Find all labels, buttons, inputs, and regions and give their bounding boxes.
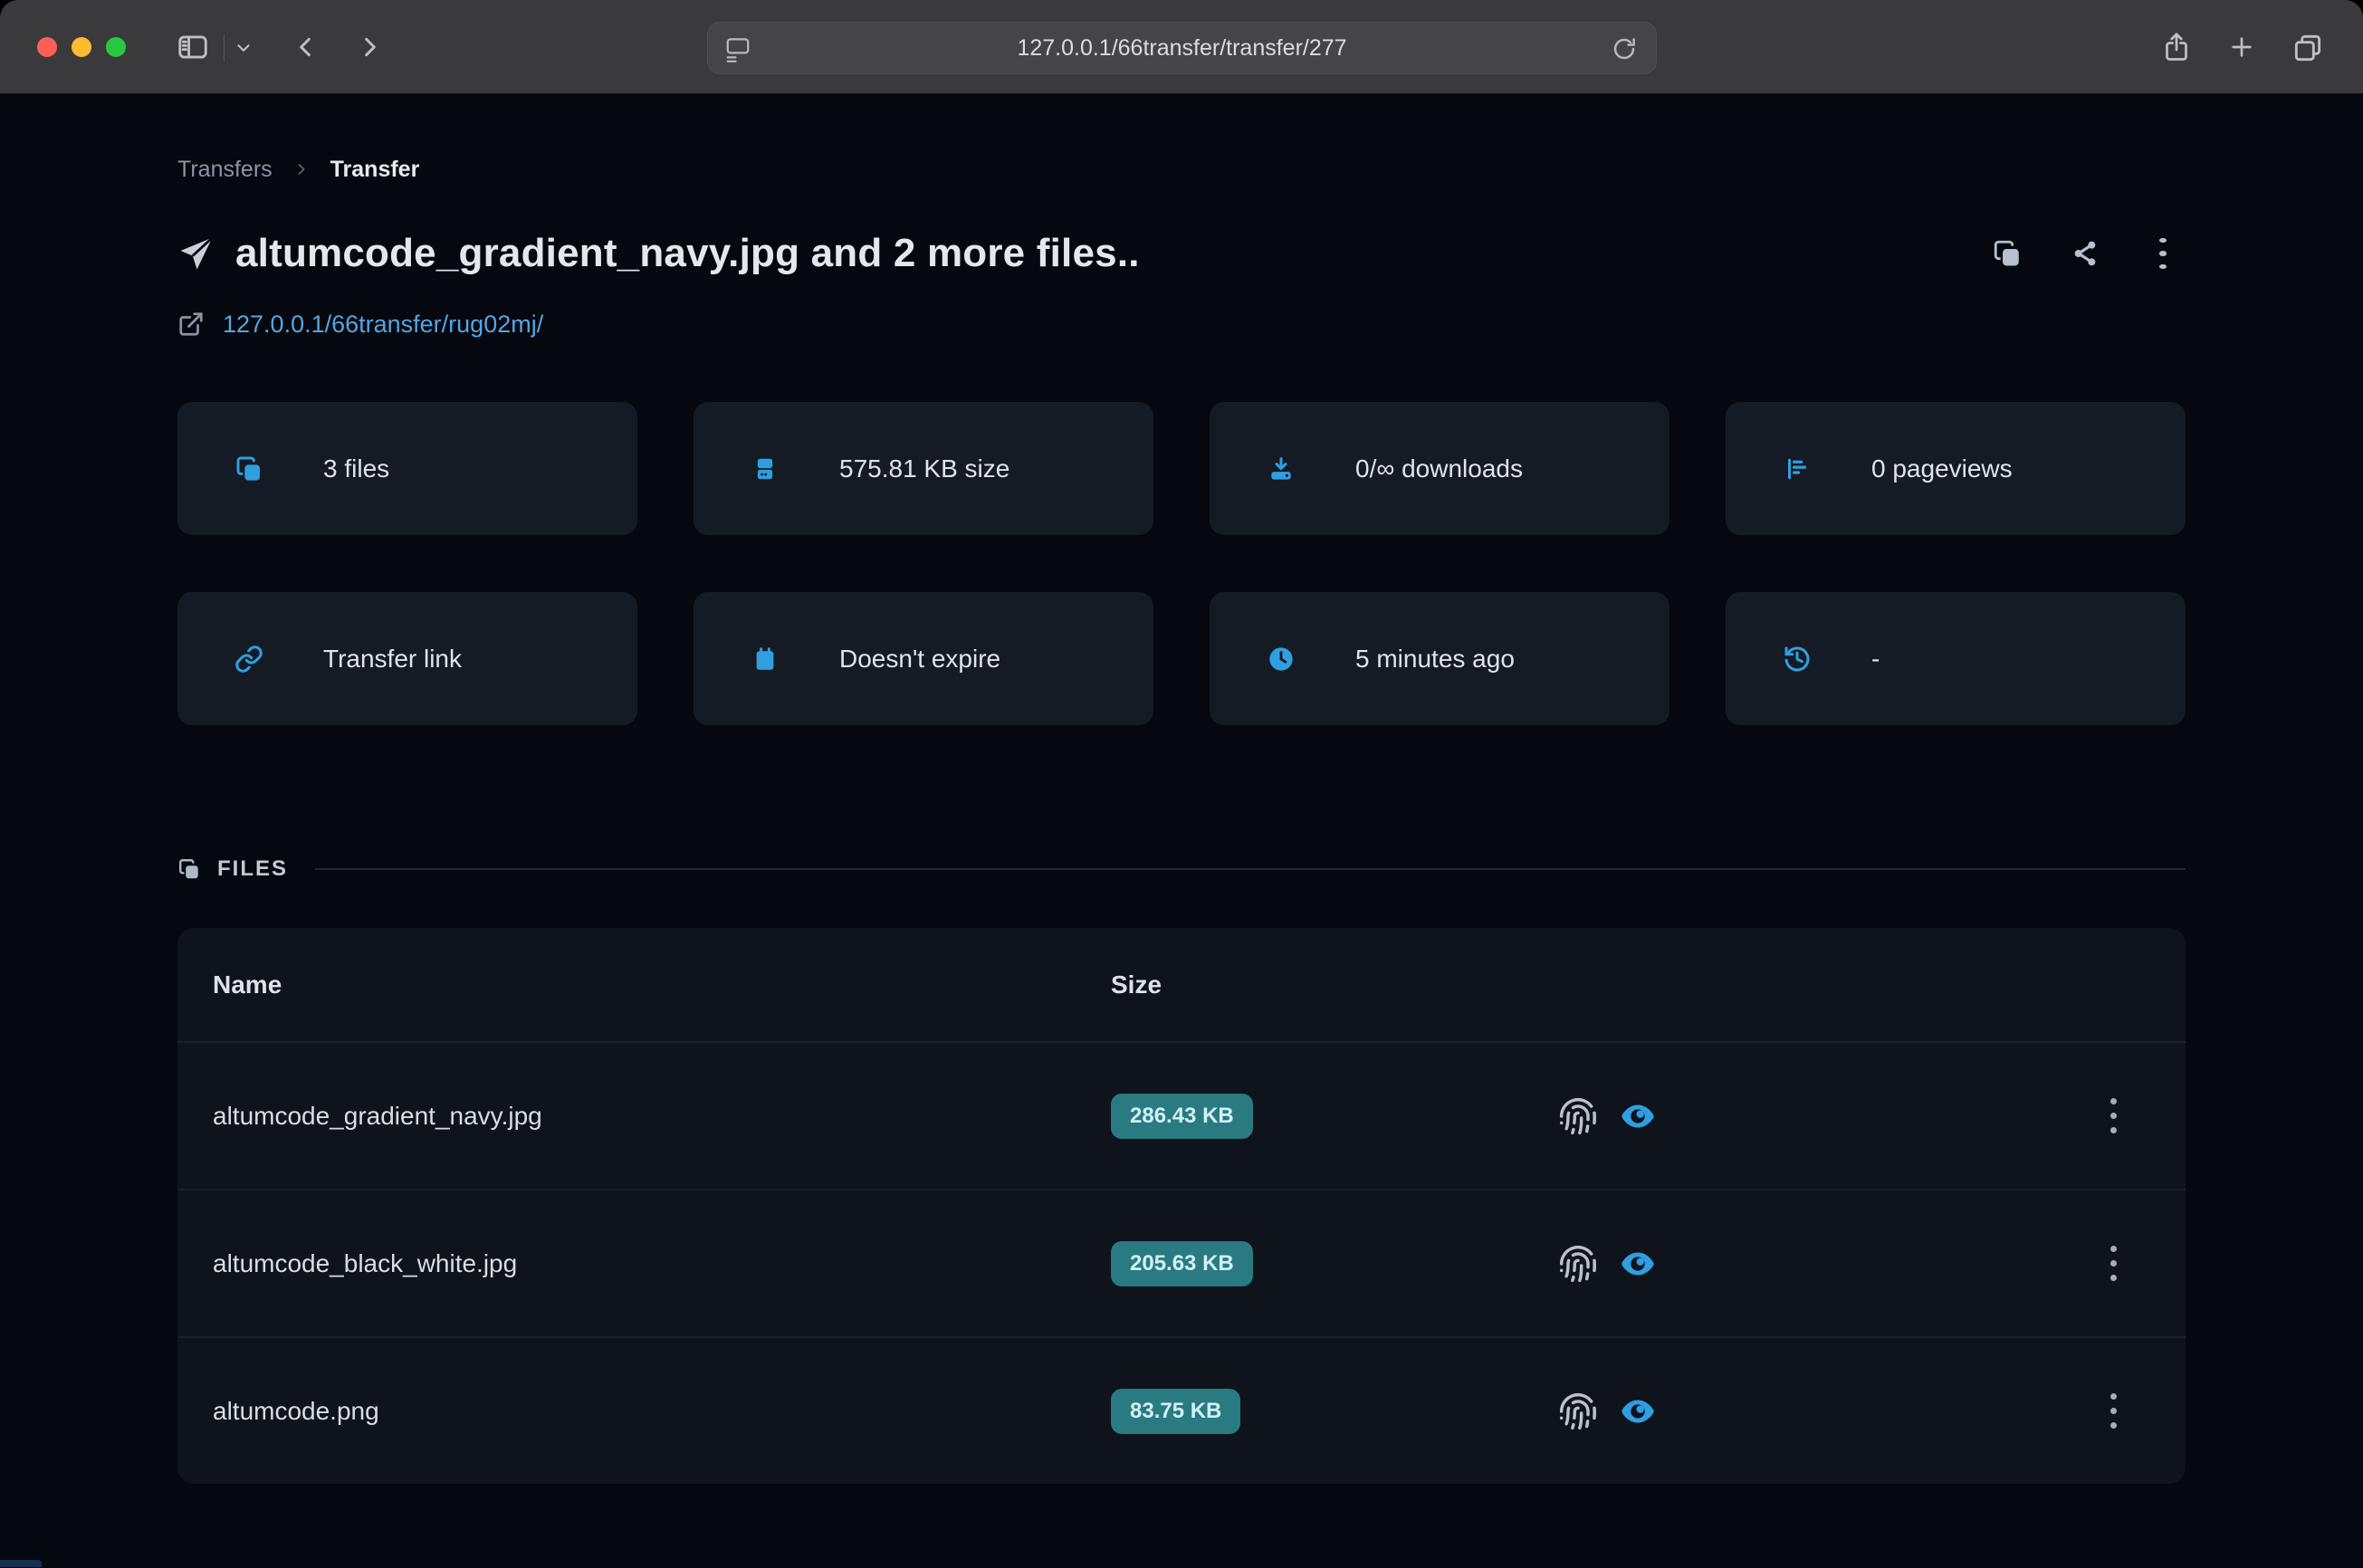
page-settings-icon[interactable] xyxy=(724,35,751,69)
page-content: Transfers Transfer altumcode_gradient_na… xyxy=(0,94,2363,1567)
stat-label: 5 minutes ago xyxy=(1355,645,1515,674)
download-icon xyxy=(1266,454,1296,484)
storage-icon xyxy=(750,454,780,484)
history-icon xyxy=(1782,644,1813,674)
files-table: Name Size altumcode_gradient_navy.jpg 28… xyxy=(177,928,2186,1484)
stat-label: Doesn't expire xyxy=(839,645,1000,674)
fingerprint-icon[interactable] xyxy=(1558,1244,1598,1284)
paper-plane-icon xyxy=(177,234,215,272)
chevron-right-icon xyxy=(292,160,311,178)
files-section-title: FILES xyxy=(217,856,288,882)
table-row: altumcode.png 83.75 KB xyxy=(177,1336,2186,1484)
file-name: altumcode_black_white.jpg xyxy=(177,1249,1111,1278)
preview-eye-icon[interactable] xyxy=(1616,1098,1660,1134)
zoom-window-button[interactable] xyxy=(106,37,126,57)
browser-window: 127.0.0.1/66transfer/transfer/277 xyxy=(0,0,2363,1568)
stat-card-created: 5 minutes ago xyxy=(1210,592,1669,725)
table-row: altumcode_gradient_navy.jpg 286.43 KB xyxy=(177,1041,2186,1189)
stat-card-pageviews: 0 pageviews xyxy=(1726,402,2186,535)
external-link-icon xyxy=(177,311,205,338)
traffic-lights xyxy=(37,37,126,57)
transfer-share-link[interactable]: 127.0.0.1/66transfer/rug02mj/ xyxy=(223,311,543,339)
stat-label: 0 pageviews xyxy=(1871,454,2013,483)
row-menu-button[interactable] xyxy=(2110,1246,2117,1281)
row-menu-button[interactable] xyxy=(2110,1098,2117,1133)
breadcrumb: Transfers Transfer xyxy=(177,156,2186,183)
column-header-name: Name xyxy=(177,970,1111,999)
forward-button[interactable] xyxy=(355,33,384,62)
table-row: altumcode_black_white.jpg 205.63 KB xyxy=(177,1189,2186,1336)
stat-label: Transfer link xyxy=(323,645,462,674)
share-page-icon[interactable] xyxy=(2160,31,2193,63)
preview-eye-icon[interactable] xyxy=(1616,1246,1660,1282)
stat-card-files: 3 files xyxy=(177,402,637,535)
stat-label: - xyxy=(1871,645,1880,674)
url-text: 127.0.0.1/66transfer/transfer/277 xyxy=(1017,35,1346,62)
fingerprint-icon[interactable] xyxy=(1558,1391,1598,1431)
chevron-down-icon[interactable] xyxy=(234,38,254,58)
minimize-window-button[interactable] xyxy=(72,37,91,57)
sidebar-toggle-icon[interactable] xyxy=(175,30,211,64)
files-section-icon xyxy=(177,856,201,882)
stat-card-downloads: 0/∞ downloads xyxy=(1210,402,1669,535)
close-window-button[interactable] xyxy=(37,37,57,57)
files-section-header: FILES xyxy=(177,855,2186,884)
link-icon xyxy=(234,644,264,674)
stat-card-last-download: - xyxy=(1726,592,2186,725)
file-size-badge: 205.63 KB xyxy=(1111,1241,1253,1286)
page-title: altumcode_gradient_navy.jpg and 2 more f… xyxy=(235,231,1140,276)
column-header-size: Size xyxy=(1111,970,1536,999)
file-name: altumcode.png xyxy=(177,1397,1111,1426)
more-options-button[interactable] xyxy=(2148,238,2178,269)
stat-label: 3 files xyxy=(323,454,389,483)
file-size-badge: 83.75 KB xyxy=(1111,1389,1240,1434)
browser-toolbar: 127.0.0.1/66transfer/transfer/277 xyxy=(0,0,2363,94)
bottom-left-accent xyxy=(0,1560,42,1567)
address-bar[interactable]: 127.0.0.1/66transfer/transfer/277 xyxy=(707,22,1657,74)
fingerprint-icon[interactable] xyxy=(1558,1096,1598,1136)
file-size-badge: 286.43 KB xyxy=(1111,1094,1253,1139)
clock-icon xyxy=(1266,644,1296,674)
preview-eye-icon[interactable] xyxy=(1616,1393,1660,1429)
pageviews-chart-icon xyxy=(1782,454,1813,484)
back-button[interactable] xyxy=(292,33,320,62)
calendar-icon xyxy=(750,644,780,674)
breadcrumb-transfers-link[interactable]: Transfers xyxy=(177,157,273,183)
file-name: altumcode_gradient_navy.jpg xyxy=(177,1102,1111,1131)
stat-card-size: 575.81 KB size xyxy=(694,402,1153,535)
breadcrumb-current: Transfer xyxy=(330,157,420,183)
new-tab-icon[interactable] xyxy=(2227,33,2256,62)
files-icon xyxy=(234,454,264,484)
tab-overview-icon[interactable] xyxy=(2291,31,2325,65)
reload-icon[interactable] xyxy=(1611,35,1638,69)
row-menu-button[interactable] xyxy=(2110,1393,2117,1429)
stat-card-transfer-link: Transfer link xyxy=(177,592,637,725)
share-icon[interactable] xyxy=(2070,238,2100,269)
section-divider xyxy=(315,868,2186,870)
toolbar-divider xyxy=(224,34,225,62)
stats-grid: 3 files 575.81 KB size xyxy=(177,402,2186,725)
stat-card-expiry: Doesn't expire xyxy=(694,592,1153,725)
files-table-header: Name Size xyxy=(177,928,2186,1041)
copy-button[interactable] xyxy=(1992,238,2023,269)
stat-label: 0/∞ downloads xyxy=(1355,454,1523,483)
stat-label: 575.81 KB size xyxy=(839,454,1009,483)
